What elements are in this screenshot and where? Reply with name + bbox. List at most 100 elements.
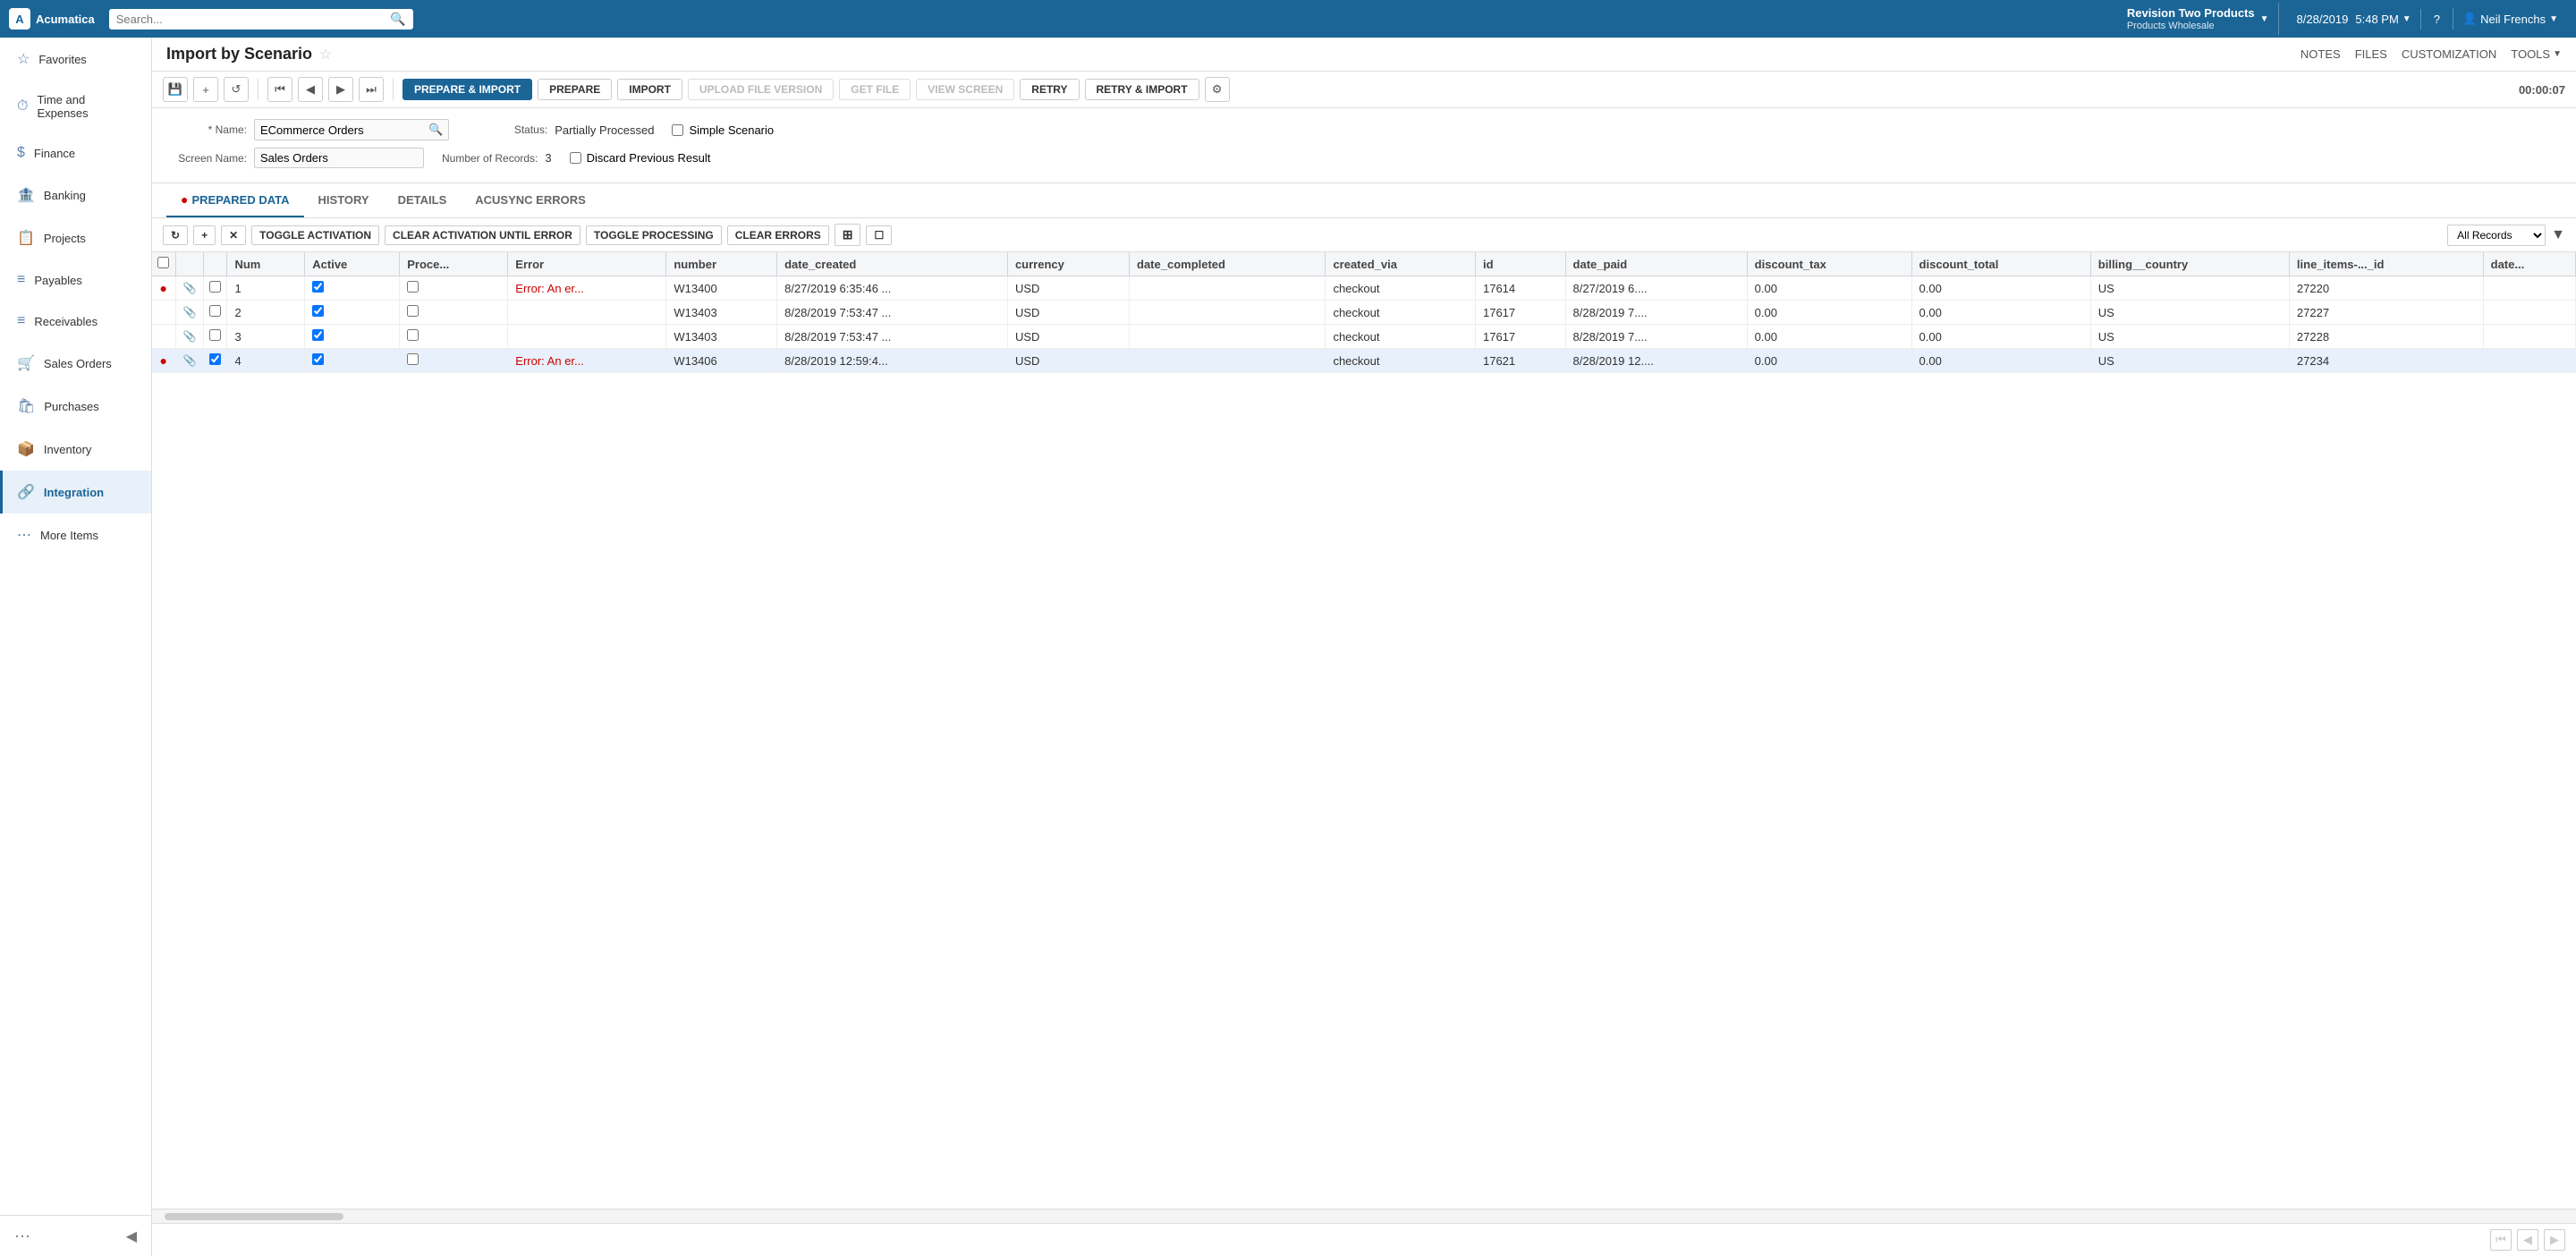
row-checkbox-col[interactable] <box>204 276 227 301</box>
row-checkbox-col[interactable] <box>204 349 227 373</box>
row-active-checkbox[interactable] <box>312 353 324 365</box>
col-header-active[interactable]: Active <box>305 252 400 276</box>
table-row[interactable]: ● 📎 1 Error: An er... W13400 8/27/2019 6… <box>152 276 2576 301</box>
favorite-star-icon[interactable]: ☆ <box>319 46 332 64</box>
prepare-button[interactable]: PREPARE <box>538 79 612 100</box>
undo-button[interactable]: ↺ <box>224 77 249 102</box>
name-input-wrap[interactable]: 🔍 <box>254 119 449 140</box>
clear-activation-button[interactable]: CLEAR ACTIVATION UNTIL ERROR <box>385 225 580 245</box>
table-row[interactable]: 📎 3 W13403 8/28/2019 7:53:47 ... USD che… <box>152 325 2576 349</box>
col-header-date-created[interactable]: date_created <box>777 252 1008 276</box>
col-header-select-all[interactable] <box>152 252 175 276</box>
tab-history[interactable]: HISTORY <box>304 184 384 217</box>
col-header-num[interactable]: Num <box>227 252 305 276</box>
table-delete-button[interactable]: ✕ <box>221 225 246 245</box>
col-header-number[interactable]: number <box>666 252 777 276</box>
row-active[interactable] <box>305 276 400 301</box>
sidebar-item-more-items[interactable]: ⋯ More Items <box>0 513 151 556</box>
select-all-checkbox[interactable] <box>157 257 169 268</box>
name-input[interactable] <box>255 121 423 140</box>
import-button[interactable]: IMPORT <box>617 79 682 100</box>
sidebar-item-purchases[interactable]: 🛍 Purchases <box>0 385 151 428</box>
sidebar-item-inventory[interactable]: 📦 Inventory <box>0 428 151 471</box>
col-header-date-completed[interactable]: date_completed <box>1130 252 1326 276</box>
next-record-button[interactable]: ▶ <box>328 77 353 102</box>
prepare-import-button[interactable]: PREPARE & IMPORT <box>402 79 532 100</box>
col-header-currency[interactable]: currency <box>1007 252 1129 276</box>
row-checkbox-col[interactable] <box>204 325 227 349</box>
sidebar-item-receivables[interactable]: ≡ Receivables <box>0 301 151 342</box>
sidebar-item-finance[interactable]: $ Finance <box>0 132 151 174</box>
row-proce[interactable] <box>400 349 508 373</box>
help-button[interactable]: ? <box>2425 9 2449 30</box>
screen-name-input[interactable] <box>255 149 423 167</box>
sidebar-item-payables[interactable]: ≡ Payables <box>0 259 151 301</box>
screen-name-input-wrap[interactable] <box>254 148 424 168</box>
row-checkbox-col[interactable] <box>204 301 227 325</box>
table-row[interactable]: ● 📎 4 Error: An er... W13406 8/28/2019 1… <box>152 349 2576 373</box>
select-columns-button[interactable]: ☐ <box>866 225 892 245</box>
name-search-icon[interactable]: 🔍 <box>423 120 448 140</box>
notes-button[interactable]: NOTES <box>2301 47 2341 61</box>
col-header-date-paid[interactable]: date_paid <box>1565 252 1747 276</box>
tools-button[interactable]: TOOLS ▼ <box>2511 47 2562 61</box>
row-active[interactable] <box>305 301 400 325</box>
row-active-checkbox[interactable] <box>312 329 324 341</box>
col-header-discount-total[interactable]: discount_total <box>1911 252 2090 276</box>
clear-errors-button[interactable]: CLEAR ERRORS <box>727 225 829 245</box>
last-record-button[interactable]: ⏭ <box>359 77 384 102</box>
table-row[interactable]: 📎 2 W13403 8/28/2019 7:53:47 ... USD che… <box>152 301 2576 325</box>
row-proce-checkbox[interactable] <box>407 353 419 365</box>
row-checkbox[interactable] <box>209 281 221 293</box>
tab-acusync-errors[interactable]: ACUSYNC ERRORS <box>461 184 600 217</box>
first-page-button[interactable]: ⏮ <box>2490 1229 2512 1251</box>
row-checkbox[interactable] <box>209 305 221 317</box>
company-selector[interactable]: Revision Two Products Products Wholesale… <box>2118 3 2279 35</box>
col-header-id[interactable]: id <box>1475 252 1565 276</box>
horizontal-scrollbar[interactable] <box>152 1209 2576 1223</box>
settings-button[interactable]: ⚙ <box>1205 77 1230 102</box>
row-checkbox[interactable] <box>209 329 221 341</box>
sidebar-item-sales-orders[interactable]: 🛒 Sales Orders <box>0 342 151 385</box>
sidebar-item-banking[interactable]: 🏦 Banking <box>0 174 151 216</box>
next-page-button[interactable]: ▶ <box>2544 1229 2565 1251</box>
col-header-error[interactable]: Error <box>508 252 666 276</box>
sidebar-item-time-expenses[interactable]: ⏱ Time and Expenses <box>0 81 151 132</box>
search-input[interactable] <box>116 13 386 26</box>
row-active-checkbox[interactable] <box>312 281 324 293</box>
toggle-processing-button[interactable]: TOGGLE PROCESSING <box>586 225 722 245</box>
tab-prepared-data[interactable]: ● PREPARED DATA <box>166 183 304 217</box>
row-active-checkbox[interactable] <box>312 305 324 317</box>
scroll-thumb[interactable] <box>165 1213 343 1220</box>
add-record-button[interactable]: + <box>193 77 218 102</box>
col-header-created-via[interactable]: created_via <box>1326 252 1476 276</box>
row-active[interactable] <box>305 325 400 349</box>
fit-columns-button[interactable]: ⊞ <box>835 224 861 246</box>
simple-scenario-checkbox[interactable] <box>672 124 683 136</box>
col-header-discount-tax[interactable]: discount_tax <box>1747 252 1911 276</box>
user-menu[interactable]: 👤 Neil Frenchs ▼ <box>2453 8 2567 30</box>
files-button[interactable]: FILES <box>2355 47 2387 61</box>
table-refresh-button[interactable]: ↻ <box>163 225 188 245</box>
prev-record-button[interactable]: ◀ <box>298 77 323 102</box>
row-proce-checkbox[interactable] <box>407 329 419 341</box>
filter-icon[interactable]: ▼ <box>2551 227 2565 243</box>
datetime-selector[interactable]: 8/28/2019 5:48 PM ▼ <box>2288 9 2421 30</box>
row-proce-checkbox[interactable] <box>407 281 419 293</box>
sidebar-collapse-button[interactable]: ◀ <box>126 1227 137 1245</box>
row-checkbox[interactable] <box>209 353 221 365</box>
tab-details[interactable]: DETAILS <box>384 184 462 217</box>
first-record-button[interactable]: ⏮ <box>267 77 292 102</box>
col-header-line-items-id[interactable]: line_items-..._id <box>2289 252 2483 276</box>
table-add-button[interactable]: + <box>193 225 216 245</box>
sidebar-item-integration[interactable]: 🔗 Integration <box>0 471 151 513</box>
customization-button[interactable]: CUSTOMIZATION <box>2402 47 2496 61</box>
row-active[interactable] <box>305 349 400 373</box>
app-logo[interactable]: A Acumatica <box>9 8 95 30</box>
row-proce[interactable] <box>400 276 508 301</box>
col-header-proce[interactable]: Proce... <box>400 252 508 276</box>
col-header-billing-country[interactable]: billing__country <box>2090 252 2289 276</box>
discard-prev-checkbox[interactable] <box>570 152 581 164</box>
search-bar[interactable]: 🔍 <box>109 9 413 30</box>
row-proce[interactable] <box>400 301 508 325</box>
